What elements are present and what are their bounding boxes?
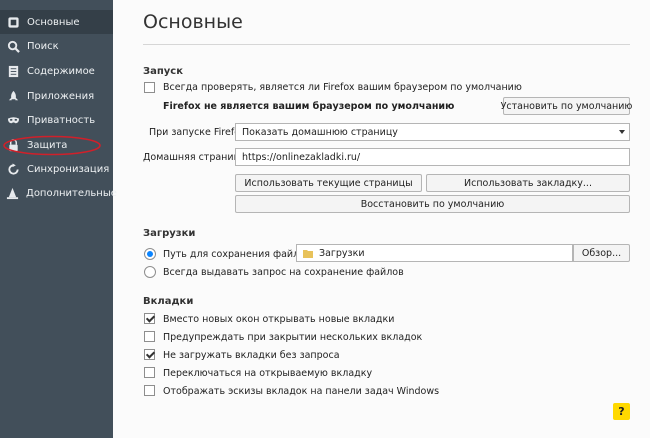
tab-option-checkbox[interactable] bbox=[144, 331, 155, 342]
folder-icon bbox=[303, 249, 313, 258]
sidebar-item-label: Поиск bbox=[27, 40, 59, 52]
restore-default-button[interactable]: Восстановить по умолчанию bbox=[235, 195, 630, 213]
chevron-down-icon bbox=[619, 130, 625, 134]
mask-icon bbox=[6, 113, 20, 127]
sidebar-item-search[interactable]: Поиск bbox=[0, 34, 113, 58]
help-button[interactable]: ? bbox=[613, 403, 630, 420]
sidebar-item-security[interactable]: Защита bbox=[0, 133, 113, 157]
sidebar-item-label: Синхронизация bbox=[27, 163, 110, 175]
default-browser-check-label: Всегда проверять, является ли Firefox ва… bbox=[163, 82, 522, 93]
tab-option-label: Переключаться на открываемую вкладку bbox=[163, 368, 373, 379]
title-divider bbox=[143, 44, 630, 45]
tab-option-label: Не загружать вкладки без запроса bbox=[163, 350, 340, 361]
save-path-label: Путь для сохранения файлов bbox=[163, 249, 311, 260]
download-folder-value: Загрузки bbox=[319, 247, 365, 259]
use-bookmark-button[interactable]: Использовать закладку... bbox=[426, 174, 630, 192]
homepage-label: Домашняя страница: bbox=[143, 152, 250, 163]
sidebar-item-label: Приватность bbox=[27, 114, 96, 126]
sidebar-item-applications[interactable]: Приложения bbox=[0, 84, 113, 108]
tab-option-label: Отображать эскизы вкладок на панели зада… bbox=[163, 386, 440, 397]
sidebar: Основные Поиск Содержимое Приложения При… bbox=[0, 0, 117, 438]
sidebar-item-advanced[interactable]: Дополнительные bbox=[0, 181, 117, 205]
lock-icon bbox=[6, 138, 20, 152]
sidebar-item-label: Приложения bbox=[27, 90, 95, 102]
use-current-pages-button[interactable]: Использовать текущие страницы bbox=[235, 174, 422, 192]
set-default-button[interactable]: Установить по умолчанию bbox=[501, 97, 632, 115]
tab-option-checkbox[interactable] bbox=[144, 313, 155, 324]
always-ask-label: Всегда выдавать запрос на сохранение фай… bbox=[163, 267, 404, 278]
sidebar-item-label: Дополнительные bbox=[26, 187, 117, 199]
search-icon bbox=[6, 39, 20, 53]
rocket-icon bbox=[6, 89, 20, 103]
sidebar-item-label: Основные bbox=[27, 16, 80, 28]
sidebar-item-content[interactable]: Содержимое bbox=[0, 59, 113, 83]
wizard-hat-icon bbox=[6, 186, 19, 200]
browse-button[interactable]: Обзор... bbox=[573, 244, 630, 262]
save-path-radio[interactable] bbox=[144, 248, 156, 260]
download-folder-field[interactable]: Загрузки bbox=[296, 244, 573, 262]
gear-icon bbox=[6, 15, 20, 29]
always-ask-radio[interactable] bbox=[144, 266, 156, 278]
sidebar-item-label: Защита bbox=[27, 139, 68, 151]
sidebar-item-label: Содержимое bbox=[27, 65, 95, 77]
tab-option-label: Предупреждать при закрытии нескольких вк… bbox=[163, 332, 423, 343]
on-start-label: При запуске Firefox: bbox=[149, 127, 249, 138]
default-browser-checkbox[interactable] bbox=[144, 82, 155, 93]
sync-icon bbox=[6, 162, 20, 176]
tab-option-label: Вместо новых окон открывать новые вкладк… bbox=[163, 314, 395, 325]
homepage-value: https://onlinezakladki.ru/ bbox=[242, 151, 361, 163]
tab-option-checkbox[interactable] bbox=[144, 349, 155, 360]
on-start-value: Показать домашнюю страницу bbox=[242, 126, 398, 138]
on-start-select[interactable]: Показать домашнюю страницу bbox=[235, 123, 630, 141]
section-heading-startup: Запуск bbox=[143, 66, 183, 77]
sidebar-item-sync[interactable]: Синхронизация bbox=[0, 157, 113, 181]
page-title: Основные bbox=[143, 11, 243, 33]
section-heading-downloads: Загрузки bbox=[143, 228, 196, 239]
tab-option-checkbox[interactable] bbox=[144, 367, 155, 378]
not-default-text: Firefox не является вашим браузером по у… bbox=[163, 101, 455, 112]
document-icon bbox=[6, 64, 20, 78]
main-content: Основные Запуск Всегда проверять, являет… bbox=[113, 0, 650, 438]
sidebar-item-general[interactable]: Основные bbox=[0, 10, 113, 34]
tab-option-checkbox[interactable] bbox=[144, 385, 155, 396]
section-heading-tabs: Вкладки bbox=[143, 296, 194, 307]
homepage-input[interactable]: https://onlinezakladki.ru/ bbox=[235, 148, 630, 166]
sidebar-item-privacy[interactable]: Приватность bbox=[0, 108, 113, 132]
